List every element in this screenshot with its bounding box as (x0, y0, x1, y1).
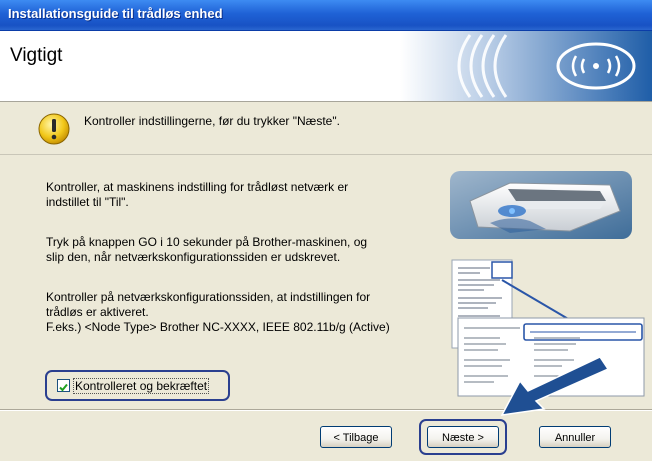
checkmark-icon (59, 383, 68, 392)
title-bar: Installationsguide til trådløs enhed (0, 0, 652, 31)
instruction-line: F.eks.) <Node Type> Brother NC-XXXX, IEE… (46, 320, 390, 334)
instruction-line: Tryk på knappen GO i 10 sekunder på Brot… (46, 235, 368, 249)
header-banner: Vigtigt (0, 31, 652, 102)
wizard-window: Installationsguide til trådløs enhed Vig… (0, 0, 652, 461)
notice-bar: Kontroller indstillingerne, før du trykk… (0, 102, 652, 155)
instruction-line: indstillet til "Til". (46, 195, 129, 209)
wireless-logo-icon (400, 31, 652, 101)
printer-image (450, 171, 632, 239)
instruction-paragraph-3: Kontroller på netværkskonfigurationsside… (46, 290, 390, 335)
instruction-line: slip den, når netværkskonfigurationsside… (46, 250, 341, 264)
instruction-line: Kontroller, at maskinens indstilling for… (46, 180, 349, 194)
warning-icon (38, 113, 70, 145)
page-title: Vigtigt (10, 45, 63, 66)
confirm-highlight: Kontrolleret og bekræftet (45, 370, 230, 401)
instruction-line: Kontroller på netværkskonfigurationsside… (46, 290, 371, 304)
pointer-arrow-icon (500, 356, 610, 416)
next-button[interactable]: Næste > (427, 426, 499, 448)
instruction-paragraph-2: Tryk på knappen GO i 10 sekunder på Brot… (46, 235, 367, 265)
confirm-checkbox[interactable] (57, 379, 70, 392)
window-title: Installationsguide til trådløs enhed (8, 6, 223, 21)
instruction-paragraph-1: Kontroller, at maskinens indstilling for… (46, 180, 348, 210)
instruction-line: trådløs er aktiveret. (46, 305, 149, 319)
confirm-checkbox-label[interactable]: Kontrolleret og bekræftet (73, 378, 210, 394)
back-button[interactable]: < Tilbage (320, 426, 392, 448)
notice-text: Kontroller indstillingerne, før du trykk… (84, 114, 340, 128)
cancel-button[interactable]: Annuller (539, 426, 611, 448)
